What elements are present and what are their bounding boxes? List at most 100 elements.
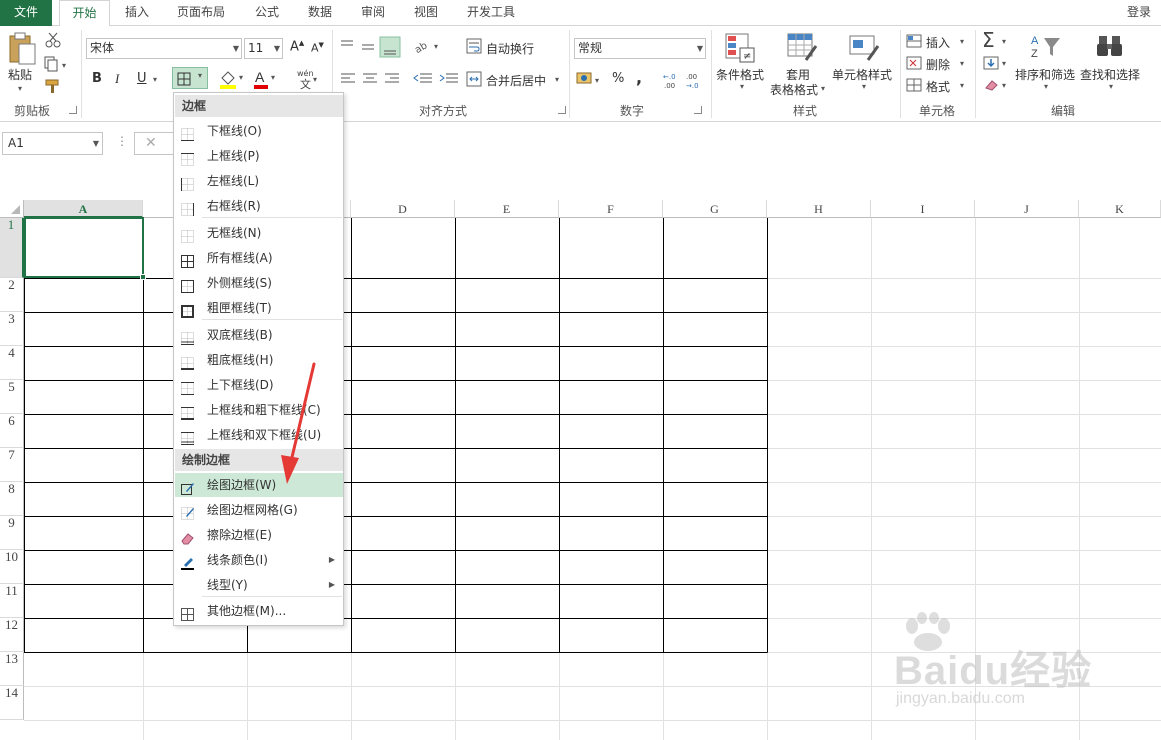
grow-font-button[interactable]: A▲ — [290, 39, 304, 54]
borders-button[interactable]: ▾ — [172, 67, 208, 89]
format-cells-button[interactable]: 格式 — [926, 78, 950, 95]
comma-button[interactable]: , — [636, 68, 642, 87]
conditional-format-dropdown-arrow[interactable]: ▾ — [740, 82, 744, 91]
fill-dropdown-arrow[interactable]: ▾ — [1002, 59, 1006, 68]
accounting-format-icon[interactable]: ▾ — [576, 70, 604, 90]
tab-insert[interactable]: 插入 — [116, 0, 158, 26]
menu-item-eraser[interactable]: 擦除边框(E) — [175, 523, 343, 547]
bold-button[interactable]: B — [92, 71, 102, 86]
autosum-icon[interactable]: Σ — [982, 28, 995, 52]
formula-bar-grip-icon[interactable]: ⋮ — [116, 134, 128, 148]
tab-formulas[interactable]: 公式 — [246, 0, 288, 26]
menu-item-line-color[interactable]: 线条颜色(I) ▶ — [175, 548, 343, 572]
column-header-d[interactable]: D — [351, 200, 455, 218]
underline-button[interactable]: U — [137, 71, 147, 86]
menu-item-border-thick-box[interactable]: 粗匣框线(T) — [175, 296, 343, 320]
find-select-dropdown-arrow[interactable]: ▾ — [1109, 82, 1113, 91]
sort-filter-button[interactable]: 排序和筛选 — [1015, 66, 1075, 83]
tab-file[interactable]: 文件 — [0, 0, 52, 26]
sort-filter-icon[interactable]: AZ — [1030, 32, 1062, 62]
decimal-buttons[interactable]: ←.0.00 .00→.0 — [662, 70, 708, 90]
merge-dropdown-arrow[interactable]: ▾ — [555, 75, 559, 84]
number-launcher-icon[interactable] — [694, 106, 702, 114]
menu-item-border-top-double-bottom[interactable]: 上框线和双下框线(U) — [175, 423, 343, 447]
find-select-button[interactable]: 查找和选择 — [1080, 66, 1140, 83]
font-size-combo[interactable]: 11 ▼ — [244, 38, 283, 59]
tab-developer[interactable]: 开发工具 — [458, 0, 524, 26]
paste-icon[interactable] — [8, 32, 38, 66]
cut-icon[interactable] — [44, 32, 62, 48]
menu-item-border-top[interactable]: 上框线(P) — [175, 144, 343, 168]
merge-center-button[interactable]: 合并后居中 — [486, 72, 546, 89]
tab-home[interactable]: 开始 — [59, 0, 110, 27]
format-cells-icon[interactable] — [906, 78, 922, 92]
format-as-table-dropdown-arrow[interactable]: ▾ — [821, 84, 825, 93]
name-box[interactable]: A1 ▼ — [2, 132, 103, 155]
format-as-table-icon[interactable] — [786, 32, 818, 64]
orientation-icon[interactable]: ab ▾ — [412, 36, 446, 56]
column-header-h[interactable]: H — [767, 200, 871, 218]
clear-dropdown-arrow[interactable]: ▾ — [1002, 81, 1006, 90]
menu-item-border-top-bottom[interactable]: 上下框线(D) — [175, 373, 343, 397]
menu-item-draw-border-grid[interactable]: 绘图边框网格(G) — [175, 498, 343, 522]
conditional-format-button[interactable]: 条件格式 — [716, 66, 764, 83]
wrap-text-icon[interactable] — [466, 38, 482, 54]
column-header-g[interactable]: G — [663, 200, 767, 218]
wrap-text-button[interactable]: 自动换行 — [486, 40, 534, 57]
tab-page-layout[interactable]: 页面布局 — [168, 0, 234, 26]
insert-cells-button[interactable]: 插入 — [926, 34, 950, 51]
tab-data[interactable]: 数据 — [299, 0, 341, 26]
format-as-table-button[interactable]: 表格格式 — [770, 81, 818, 98]
autosum-dropdown-arrow[interactable]: ▾ — [1002, 37, 1006, 46]
menu-item-line-style[interactable]: 线型(Y) ▶ — [175, 573, 343, 597]
menu-item-border-right[interactable]: 右框线(R) — [175, 194, 343, 218]
insert-cells-dropdown-arrow[interactable]: ▾ — [960, 37, 964, 46]
sort-filter-dropdown-arrow[interactable]: ▾ — [1044, 82, 1048, 91]
paste-button[interactable]: 粘贴 — [8, 66, 32, 83]
column-header-j[interactable]: J — [975, 200, 1079, 218]
column-header-a[interactable]: A — [24, 200, 143, 218]
percent-button[interactable]: % — [612, 71, 624, 86]
menu-item-border-top-thick-bottom[interactable]: 上框线和粗下框线(C) — [175, 398, 343, 422]
indent-icons[interactable] — [412, 70, 462, 88]
cell-styles-dropdown-arrow[interactable]: ▾ — [862, 82, 866, 91]
phonetic-icon[interactable]: wén文 ▾ — [294, 68, 320, 90]
paste-dropdown-arrow[interactable]: ▾ — [18, 84, 22, 93]
cell-styles-button[interactable]: 单元格样式 — [832, 66, 892, 83]
active-cell-a1[interactable] — [24, 217, 144, 278]
shrink-font-button[interactable]: A▼ — [311, 41, 324, 55]
vertical-align-icons[interactable] — [338, 36, 408, 58]
merge-center-icon[interactable] — [466, 71, 482, 87]
column-header-e[interactable]: E — [455, 200, 559, 218]
format-painter-icon[interactable] — [44, 78, 62, 94]
fill-icon[interactable] — [983, 56, 999, 70]
alignment-launcher-icon[interactable] — [558, 106, 566, 114]
menu-item-draw-border[interactable]: 绘图边框(W) — [175, 473, 343, 497]
menu-item-border-thick-bottom[interactable]: 粗底框线(H) — [175, 348, 343, 372]
row-header-14[interactable]: 14 — [0, 685, 24, 720]
menu-item-border-bottom[interactable]: 下框线(O) — [175, 119, 343, 143]
tab-view[interactable]: 视图 — [405, 0, 447, 26]
conditional-format-icon[interactable]: ≠ — [724, 32, 756, 64]
font-name-combo[interactable]: 宋体 ▼ — [86, 38, 242, 59]
delete-cells-dropdown-arrow[interactable]: ▾ — [960, 59, 964, 68]
cell-styles-icon[interactable] — [848, 32, 880, 64]
binoculars-icon[interactable] — [1096, 34, 1124, 60]
cancel-entry-button[interactable]: ✕ — [134, 132, 174, 155]
delete-cells-icon[interactable] — [906, 56, 922, 70]
menu-item-border-none[interactable]: 无框线(N) — [175, 221, 343, 245]
menu-item-border-double-bottom[interactable]: 双底框线(B) — [175, 323, 343, 347]
fill-handle[interactable] — [140, 274, 146, 280]
underline-dropdown-arrow[interactable]: ▾ — [153, 75, 157, 84]
copy-icon[interactable]: ▾ — [44, 56, 72, 72]
menu-item-border-outside[interactable]: 外侧框线(S) — [175, 271, 343, 295]
font-color-icon[interactable]: A ▾ — [252, 68, 280, 90]
fill-color-icon[interactable]: ▾ — [218, 68, 246, 90]
column-header-i[interactable]: I — [871, 200, 975, 218]
menu-item-border-left[interactable]: 左框线(L) — [175, 169, 343, 193]
clear-icon[interactable] — [983, 78, 999, 92]
column-header-f[interactable]: F — [559, 200, 663, 218]
insert-cells-icon[interactable] — [906, 34, 922, 48]
clipboard-launcher-icon[interactable] — [69, 106, 77, 114]
format-cells-dropdown-arrow[interactable]: ▾ — [960, 81, 964, 90]
